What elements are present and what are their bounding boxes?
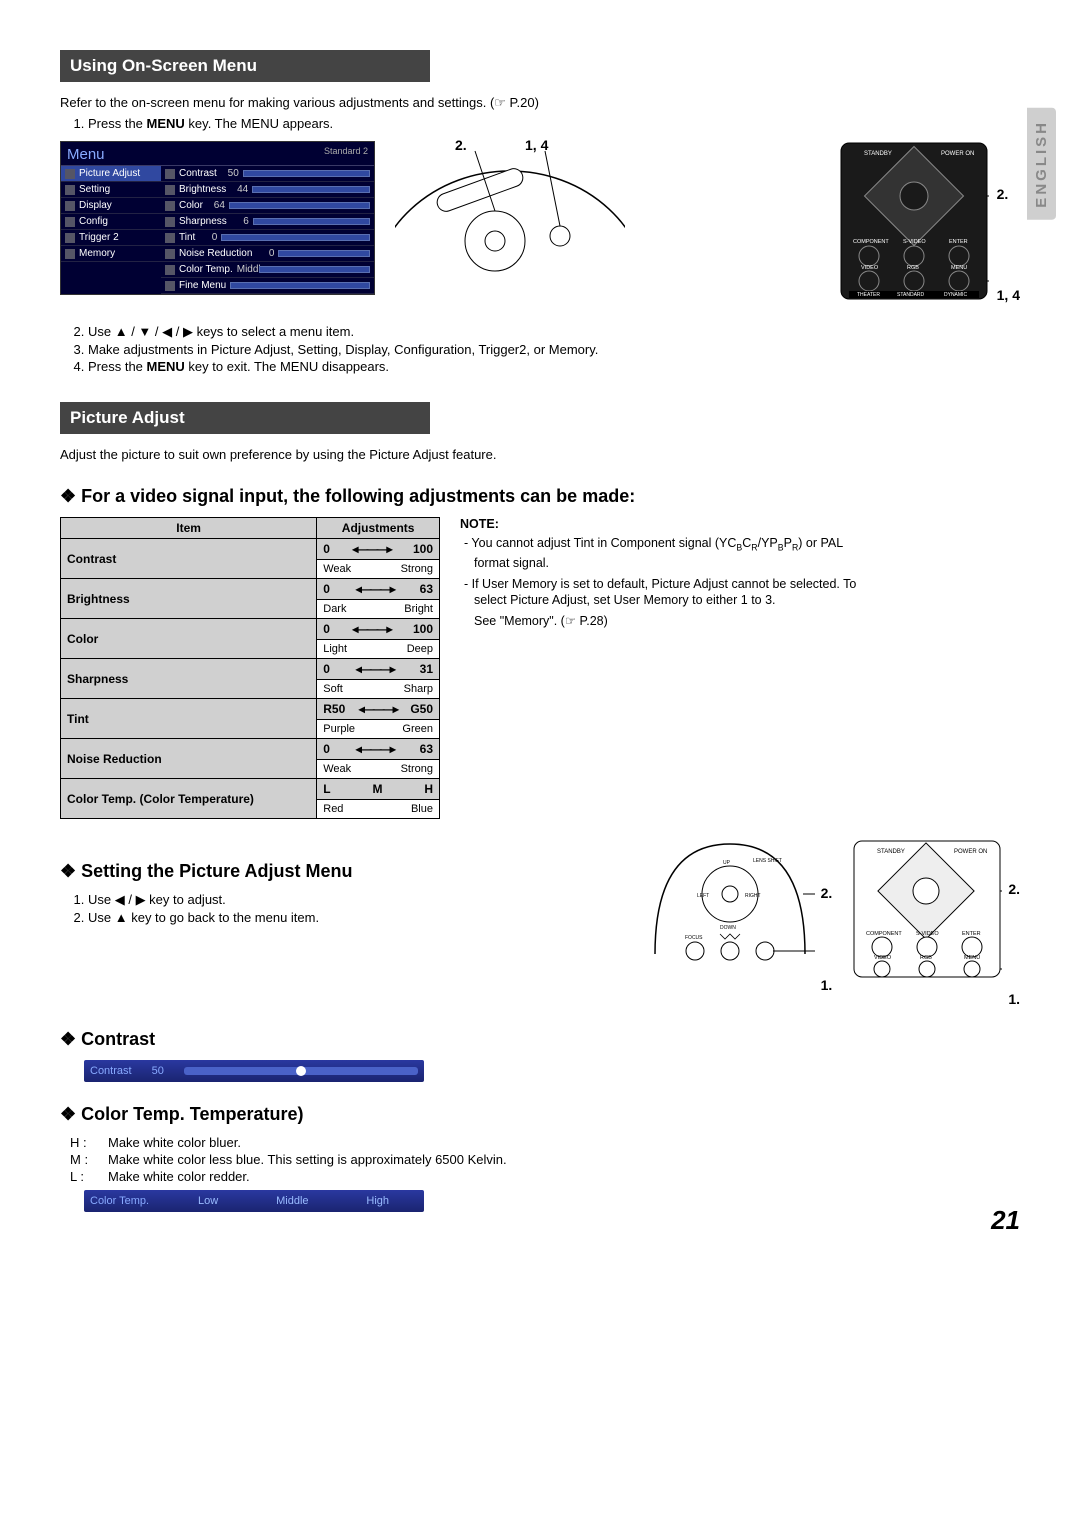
control-panel-diagram-2: STANDBY POWER ON COMPONENT S-VIDEO ENTER… [852, 839, 1002, 982]
svg-text:RGB: RGB [907, 265, 919, 271]
svg-text:COMPONENT: COMPONENT [853, 239, 889, 245]
svg-text:THEATER: THEATER [857, 292, 880, 298]
setting-heading: Setting the Picture Adjust Menu [60, 861, 625, 882]
svg-text:POWER ON: POWER ON [954, 849, 987, 855]
svg-text:S-VIDEO: S-VIDEO [916, 931, 939, 937]
control-panel-diagram: STANDBY POWER ON COMPONENT S-VIDEO ENTER… [839, 141, 989, 304]
svg-text:DYNAMIC: DYNAMIC [944, 292, 967, 298]
svg-text:MENU: MENU [964, 955, 980, 961]
video-signal-heading: For a video signal input, the following … [60, 486, 1020, 507]
language-tab: ENGLISH [1027, 108, 1056, 220]
step: Press the MENU key to exit. The MENU dis… [88, 359, 1020, 374]
svg-text:STANDARD: STANDARD [897, 292, 925, 298]
note-item: You cannot adjust Tint in Component sign… [460, 535, 880, 571]
svg-text:VIDEO: VIDEO [861, 265, 879, 271]
note-block: NOTE: You cannot adjust Tint in Componen… [460, 517, 880, 628]
step: Use ◀ / ▶ key to adjust. [88, 892, 625, 908]
menu-categories: Picture Adjust Setting Display Config Tr… [61, 166, 161, 294]
svg-text:UP: UP [723, 860, 731, 866]
svg-text:MENU: MENU [951, 265, 967, 271]
colortemp-slider-mock: Color Temp. Low Middle High [84, 1190, 424, 1212]
contrast-slider-mock: Contrast 50 [84, 1060, 424, 1082]
intro-text: Refer to the on-screen menu for making v… [60, 94, 1020, 112]
svg-text:COMPONENT: COMPONENT [866, 931, 902, 937]
contrast-heading: Contrast [60, 1029, 1020, 1050]
svg-text:LENS SHIFT: LENS SHIFT [753, 858, 782, 864]
step: Make adjustments in Picture Adjust, Sett… [88, 342, 1020, 357]
svg-text:DOWN: DOWN [720, 925, 736, 931]
poweron-label: POWER ON [941, 151, 974, 157]
svg-text:RGB: RGB [920, 955, 932, 961]
colortemp-list: H :Make white color bluer. M :Make white… [70, 1135, 1020, 1184]
svg-text:LEFT: LEFT [697, 893, 709, 899]
standby-label: STANDBY [864, 151, 892, 157]
steps-list-1: Press the MENU key. The MENU appears. [88, 116, 1020, 131]
setting-steps: Use ◀ / ▶ key to adjust. Use ▲ key to go… [88, 892, 625, 925]
svg-text:VIDEO: VIDEO [874, 955, 892, 961]
picture-adjust-intro: Adjust the picture to suit own preferenc… [60, 446, 1020, 464]
note-link: See "Memory". (☞ P.28) [474, 613, 880, 628]
step: Use ▲ / ▼ / ◀ / ▶ keys to select a menu … [88, 324, 1020, 340]
menu-settings: Contrast50 Brightness44 Color64 Sharpnes… [161, 166, 374, 294]
onscreen-menu-mock: MenuStandard 2 Picture Adjust Setting Di… [60, 141, 375, 295]
step: Press the MENU key. The MENU appears. [88, 116, 1020, 131]
svg-text:ENTER: ENTER [962, 931, 981, 937]
adjustments-table: ItemAdjustments Contrast0◂———▸100 WeakSt… [60, 517, 440, 819]
svg-text:FOCUS: FOCUS [685, 935, 703, 941]
projector-top-diagram: UP LENS SHIFT LEFT RIGHT DOWN FOCUS [645, 839, 815, 972]
note-item: If User Memory is set to default, Pictur… [460, 576, 880, 610]
svg-text:STANDBY: STANDBY [877, 849, 905, 855]
page-number: 21 [991, 1205, 1020, 1236]
section-using-menu-title: Using On-Screen Menu [60, 50, 430, 82]
step: Use ▲ key to go back to the menu item. [88, 910, 625, 925]
remote-top-diagram: 2. 1, 4 [395, 141, 819, 294]
section-picture-adjust-title: Picture Adjust [60, 402, 430, 434]
svg-text:S-VIDEO: S-VIDEO [903, 239, 926, 245]
colortemp-heading: Color Temp. Temperature) [60, 1104, 1020, 1125]
svg-text:ENTER: ENTER [949, 239, 968, 245]
steps-list-2: Use ▲ / ▼ / ◀ / ▶ keys to select a menu … [88, 324, 1020, 374]
svg-text:RIGHT: RIGHT [745, 893, 761, 899]
